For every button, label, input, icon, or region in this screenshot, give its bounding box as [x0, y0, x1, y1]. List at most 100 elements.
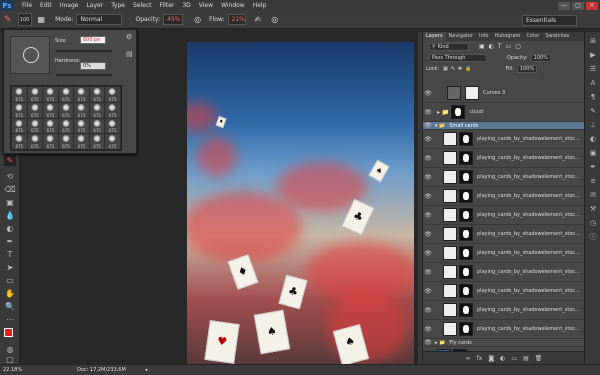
workspace-select[interactable]: Essentials [522, 15, 577, 26]
filter-adjust-icon[interactable]: ◐ [489, 43, 494, 50]
pen-tool-icon[interactable]: ✒ [4, 236, 16, 247]
brush-preset[interactable]: 675 [27, 87, 43, 102]
zoom-level[interactable]: 22.18% [3, 367, 22, 373]
type-tool-icon[interactable]: T [4, 249, 16, 260]
link-icon[interactable]: ∞ [466, 355, 471, 362]
tab-color[interactable]: Color [523, 32, 542, 41]
gradient-tool-icon[interactable]: ▣ [4, 197, 16, 208]
brush-preset[interactable]: 675 [27, 134, 43, 149]
filter-type-icon[interactable]: T [498, 43, 502, 50]
status-menu-icon[interactable]: ▸ [146, 367, 149, 373]
brush-preset[interactable]: 675 [74, 102, 89, 118]
opacity-input[interactable]: 45% [163, 14, 184, 25]
visibility-eye-icon[interactable]: 👁 [423, 231, 433, 238]
adjustment-icon[interactable]: ◐ [500, 355, 505, 362]
layer-row-card[interactable]: 👁 playing_cards_by_shadowelement_stoc... [423, 301, 585, 320]
new-preset-icon[interactable]: ▤ [126, 50, 133, 58]
visibility-eye-icon[interactable]: 👁 [423, 212, 433, 219]
layer-row-card[interactable]: 👁 playing_cards_by_shadowelement_stoc... [423, 320, 585, 339]
brush-tool-icon[interactable]: ✎ [4, 15, 12, 25]
brush-preset[interactable]: 675 [12, 134, 27, 149]
brush-panel-toggle-icon[interactable]: ▦ [38, 15, 46, 24]
menu-help[interactable]: Help [253, 2, 267, 9]
brush-preset[interactable]: 675 [58, 87, 74, 102]
brush-preset[interactable]: 675 [105, 118, 120, 134]
menu-select[interactable]: Select [133, 2, 152, 9]
brush-preset[interactable]: 675 [58, 134, 74, 149]
adjustments-icon[interactable]: ◐ [588, 134, 598, 144]
layer-row-card[interactable]: 👁 playing_cards_by_shadowelement_stoc... [423, 263, 585, 282]
brush-preset[interactable]: 675 [105, 102, 120, 118]
tab-info[interactable]: Info [476, 32, 491, 41]
brush-preset[interactable]: 675 [74, 134, 89, 149]
size-slider[interactable] [56, 50, 112, 52]
filter-pixel-icon[interactable]: ▣ [479, 43, 485, 50]
visibility-eye-icon[interactable]: 👁 [423, 288, 433, 295]
layer-row-card[interactable]: 👁 playing_cards_by_shadowelement_stoc... [423, 225, 585, 244]
menu-window[interactable]: Window [221, 2, 245, 9]
paragraph-icon[interactable]: ¶ [588, 92, 598, 102]
styles-icon[interactable]: ▣ [588, 148, 598, 158]
brush-preset[interactable]: 675 [89, 87, 105, 102]
menu-file[interactable]: File [22, 2, 32, 9]
menu-filter[interactable]: Filter [160, 2, 175, 9]
fill-input[interactable]: 100% [516, 64, 537, 73]
channels-icon[interactable]: ≡ [588, 176, 598, 186]
brush-preset[interactable]: 675 [89, 102, 105, 118]
brush-preset[interactable]: 675 [105, 134, 120, 149]
folder-icon[interactable]: ▭ [511, 355, 517, 362]
pressure-opacity-icon[interactable]: ◎ [194, 15, 201, 24]
brush-preset[interactable]: 675 [89, 134, 105, 149]
foreground-color-swatch[interactable] [4, 328, 13, 337]
tab-navigator[interactable]: Navigator [446, 32, 476, 41]
hand-tool-icon[interactable]: ✋ [4, 288, 16, 299]
visibility-eye-icon[interactable]: 👁 [423, 269, 433, 276]
dodge-tool-icon[interactable]: ◐ [4, 223, 16, 234]
hardness-slider[interactable] [56, 74, 112, 76]
airbrush-icon[interactable]: ✍ [255, 15, 262, 24]
brush-preset[interactable]: 675 [27, 118, 43, 134]
brush-preset[interactable]: 675 [105, 87, 120, 102]
panel-settings-icon[interactable]: ⚙ [126, 33, 132, 41]
visibility-eye-icon[interactable]: 👁 [423, 90, 433, 97]
tab-layers[interactable]: Layers [423, 32, 446, 41]
brush-preset[interactable]: 675 [12, 87, 27, 102]
lock-all-icon[interactable]: 🔒 [465, 66, 471, 72]
visibility-eye-icon[interactable]: 👁 [423, 122, 433, 129]
brush-preset[interactable]: 675 [12, 118, 27, 134]
brush-preset[interactable]: 675 [43, 118, 58, 134]
layer-group-small-cards[interactable]: 👁 ▾ 📂 Small cards [423, 122, 585, 130]
filter-smart-icon[interactable]: ▢ [515, 43, 521, 50]
clone-source-icon[interactable]: ⊥ [588, 120, 598, 130]
layer-row-card[interactable]: 👁 playing_cards_by_shadowelement_stoc... [423, 149, 585, 168]
brush-tool-icon[interactable]: ✎ [4, 155, 16, 166]
blend-mode-select[interactable]: Pass Through [429, 53, 487, 62]
menu-view[interactable]: View [199, 2, 213, 9]
fx-icon[interactable]: fx [477, 355, 483, 362]
hardness-input[interactable]: 0% [80, 62, 106, 70]
properties-icon[interactable]: ☰ [588, 64, 598, 74]
menu-layer[interactable]: Layer [86, 2, 103, 9]
layer-row-card[interactable]: 👁 playing_cards_by_shadowelement_stoc... [423, 282, 585, 301]
tab-swatches[interactable]: Swatches [542, 32, 572, 41]
visibility-eye-icon[interactable]: 👁 [423, 155, 433, 162]
visibility-eye-icon[interactable]: 👁 [423, 339, 433, 346]
brush-preset[interactable]: 675 [43, 102, 58, 118]
visibility-eye-icon[interactable]: 👁 [423, 174, 433, 181]
more-tools-icon[interactable]: ⋯ [4, 314, 16, 325]
brush-preset[interactable]: 675 [58, 118, 74, 134]
layer-row-card[interactable]: 👁 playing_cards_by_shadowelement_stoc... [423, 168, 585, 187]
lock-position-icon[interactable]: ✥ [458, 66, 462, 72]
visibility-eye-icon[interactable]: 👁 [423, 193, 433, 200]
mode-select[interactable]: Normal [76, 14, 123, 25]
filter-shape-icon[interactable]: ▭ [506, 43, 512, 50]
info-icon[interactable]: ⓘ [588, 232, 598, 242]
visibility-eye-icon[interactable]: 👁 [423, 326, 433, 333]
lock-pixels-icon[interactable]: ▦ [443, 66, 448, 72]
visibility-eye-icon[interactable]: 👁 [423, 136, 433, 143]
tab-histogram[interactable]: Histogram [491, 32, 523, 41]
flow-input[interactable]: 21% [227, 14, 246, 25]
brush-preset[interactable]: 675 [12, 102, 27, 118]
layer-group-fly-cards[interactable]: 👁 ▸ 📁 Fly cards [423, 339, 585, 347]
pressure-size-icon[interactable]: ◎ [271, 15, 278, 24]
